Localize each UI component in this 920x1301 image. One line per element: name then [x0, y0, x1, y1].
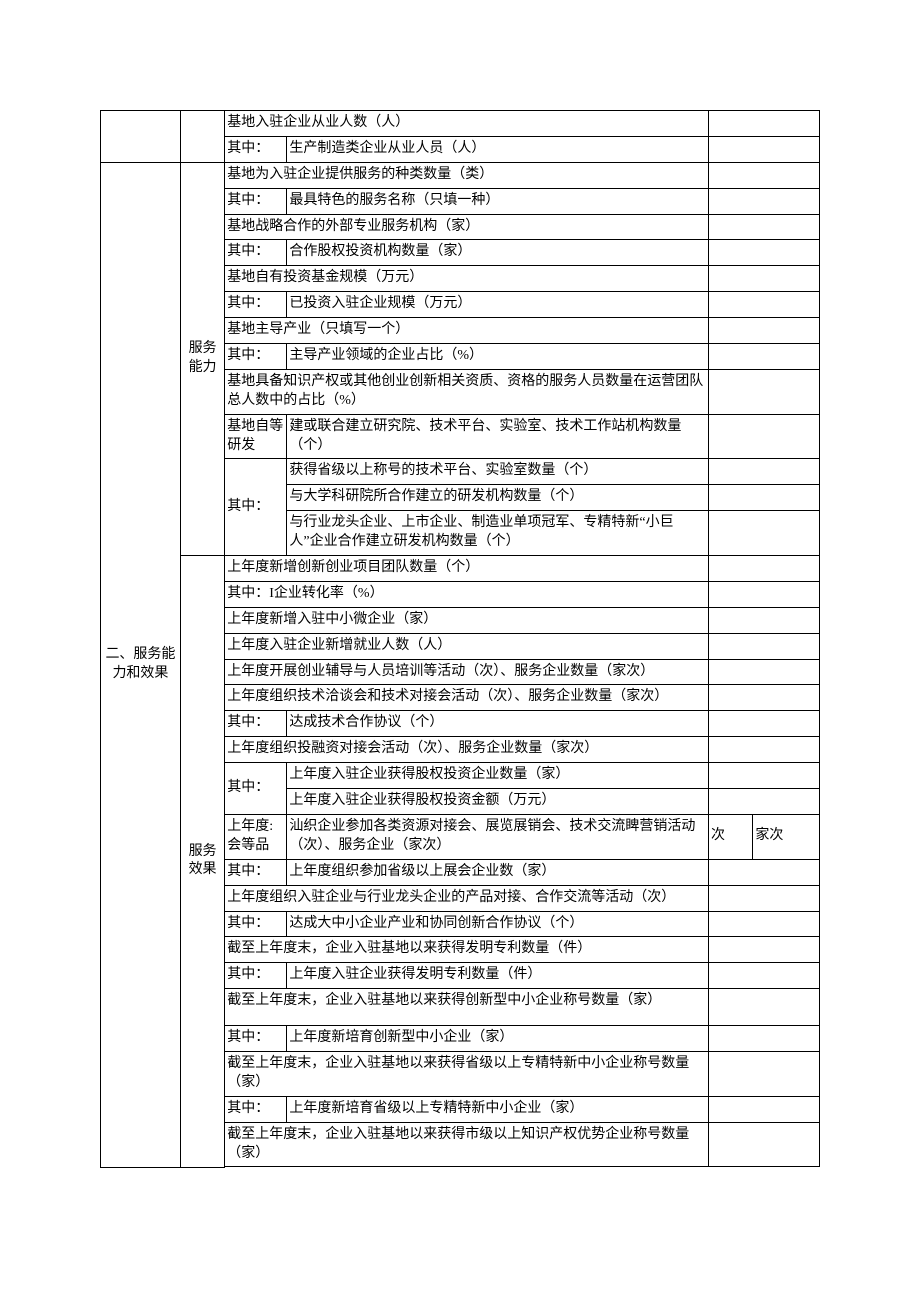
value-cell	[709, 685, 820, 711]
row-label	[225, 1167, 709, 1168]
value-cell	[709, 885, 820, 911]
row-label: 基地自有投资基金规模（万元）	[225, 266, 709, 292]
sub-label: 基地自等研发	[225, 414, 287, 459]
value-cell	[709, 240, 820, 266]
value-cell	[709, 459, 820, 485]
row-label: 达成技术合作协议（个）	[287, 711, 709, 737]
sub-label: 其中：	[225, 1096, 287, 1122]
value-cell	[709, 292, 820, 318]
sub-label: 上年度:会等品	[225, 814, 287, 859]
row-label: 与大学科研院所合作建立的研发机构数量（个）	[287, 485, 709, 511]
row-label: 生产制造类企业从业人员（人）	[287, 136, 709, 162]
row-label: 上年度入驻企业获得股权投资企业数量（家）	[287, 763, 709, 789]
row-label: 基地具备知识产权或其他创业创新相关资质、资格的服务人员数量在运营团队总人数中的占…	[225, 369, 709, 414]
prev-sub-cell	[180, 111, 224, 163]
row-label: 截至上年度末，企业入驻基地以来获得创新型中小企业称号数量（家）	[225, 989, 709, 1026]
row-label: 上年度新培育创新型中小企业（家）	[287, 1026, 709, 1052]
row-label: 与行业龙头企业、上市企业、制造业单项冠军、专精特新“小巨人”企业合作建立研发机构…	[287, 511, 709, 556]
value-cell	[709, 1167, 820, 1168]
sub-label: 其中：	[225, 344, 287, 370]
value-cell	[709, 633, 820, 659]
value-cell	[709, 581, 820, 607]
value-cell	[709, 344, 820, 370]
sub-label: 其中：	[225, 188, 287, 214]
value-cell	[709, 318, 820, 344]
value-cell	[709, 369, 820, 414]
table-row: 二、服务能力和效果 服务能力 基地为入驻企业提供服务的种类数量（类）	[101, 162, 820, 188]
value-cell: 家次	[753, 814, 820, 859]
value-cell	[709, 188, 820, 214]
row-label: 主导产业领域的企业占比（%）	[287, 344, 709, 370]
row-label: 上年度入驻企业获得股权投资金额（万元）	[287, 789, 709, 815]
row-label: 上年度组织技术洽谈会和技术对接会活动（次）、服务企业数量（家次）	[225, 685, 709, 711]
sub-label: 其中：	[225, 859, 287, 885]
sub-label: 其中：	[225, 136, 287, 162]
value-cell	[709, 414, 820, 459]
sub-label: 其中：	[225, 292, 287, 318]
value-cell	[709, 607, 820, 633]
value-cell	[709, 136, 820, 162]
row-label: 上年度新增入驻中小微企业（家）	[225, 607, 709, 633]
value-cell	[709, 763, 820, 789]
sub-label: 其中：	[225, 711, 287, 737]
value-cell: 次	[709, 814, 753, 859]
value-cell	[709, 1051, 820, 1096]
sub-label: 其中：	[225, 459, 287, 556]
value-cell	[709, 737, 820, 763]
row-label: 上年度组织入驻企业与行业龙头企业的产品对接、合作交流等活动（次）	[225, 885, 709, 911]
row-label: 基地战略合作的外部专业服务机构（家）	[225, 214, 709, 240]
row-label: 上年度入驻企业获得发明专利数量（件）	[287, 963, 709, 989]
value-cell	[709, 1026, 820, 1052]
section-title: 二、服务能力和效果	[101, 162, 181, 1167]
row-label: 已投资入驻企业规模（万元）	[287, 292, 709, 318]
value-cell	[709, 214, 820, 240]
main-table: 基地入驻企业从业人数（人） 其中： 生产制造类企业从业人员（人） 二、服务能力和…	[100, 110, 820, 1168]
value-cell	[709, 711, 820, 737]
row-label: 上年度入驻企业新增就业人数（人）	[225, 633, 709, 659]
sub-label: 其中：	[225, 763, 287, 815]
prev-section-cell	[101, 111, 181, 163]
row-label: 建或联合建立研究院、技术平台、实验室、技术工作站机构数量（个）	[287, 414, 709, 459]
value-cell	[709, 111, 820, 137]
row-label: 其中：I企业转化率（%）	[225, 581, 709, 607]
row-label: 获得省级以上称号的技术平台、实验室数量（个）	[287, 459, 709, 485]
row-label: 上年度新培育省级以上专精特新中小企业（家）	[287, 1096, 709, 1122]
value-cell	[709, 266, 820, 292]
value-cell	[709, 659, 820, 685]
value-cell	[709, 1096, 820, 1122]
row-label: 上年度组织参加省级以上展会企业数（家）	[287, 859, 709, 885]
sub-label: 其中：	[225, 963, 287, 989]
value-cell	[709, 162, 820, 188]
value-cell	[709, 556, 820, 582]
row-label: 基地主导产业（只填写一个）	[225, 318, 709, 344]
row-label: 截至上年度末，企业入驻基地以来获得市级以上知识产权优势企业称号数量（家）	[225, 1122, 709, 1167]
row-label: 截至上年度末，企业入驻基地以来获得发明专利数量（件）	[225, 937, 709, 963]
value-cell	[709, 963, 820, 989]
value-cell	[709, 1122, 820, 1167]
row-label: 最具特色的服务名称（只填一种）	[287, 188, 709, 214]
value-cell	[709, 511, 820, 556]
subsection-service-capability: 服务能力	[180, 162, 224, 555]
row-label: 上年度新增创新创业项目团队数量（个）	[225, 556, 709, 582]
sub-label: 其中：	[225, 1026, 287, 1052]
row-label: 基地入驻企业从业人数（人）	[225, 111, 709, 137]
row-label: 截至上年度末，企业入驻基地以来获得省级以上专精特新中小企业称号数量（家）	[225, 1051, 709, 1096]
value-cell	[709, 911, 820, 937]
value-cell	[709, 989, 820, 1026]
value-cell	[709, 859, 820, 885]
row-label: 上年度开展创业辅导与人员培训等活动（次）、服务企业数量（家次）	[225, 659, 709, 685]
value-cell	[709, 937, 820, 963]
table-row: 基地入驻企业从业人数（人）	[101, 111, 820, 137]
row-label: 达成大中小企业产业和协同创新合作协议（个）	[287, 911, 709, 937]
row-label: 上年度组织投融资对接会活动（次）、服务企业数量（家次）	[225, 737, 709, 763]
row-label: 合作股权投资机构数量（家）	[287, 240, 709, 266]
value-cell	[709, 789, 820, 815]
subsection-service-effect: 服务效果	[180, 556, 224, 1168]
value-cell	[709, 485, 820, 511]
table-row: 服务效果 上年度新增创新创业项目团队数量（个）	[101, 556, 820, 582]
row-label: 基地为入驻企业提供服务的种类数量（类）	[225, 162, 709, 188]
row-label: 汕织企业参加各类资源对接会、展览展销会、技术交流睥营销活动（次）、服务企业（家次…	[287, 814, 709, 859]
sub-label: 其中：	[225, 911, 287, 937]
sub-label: 其中：	[225, 240, 287, 266]
